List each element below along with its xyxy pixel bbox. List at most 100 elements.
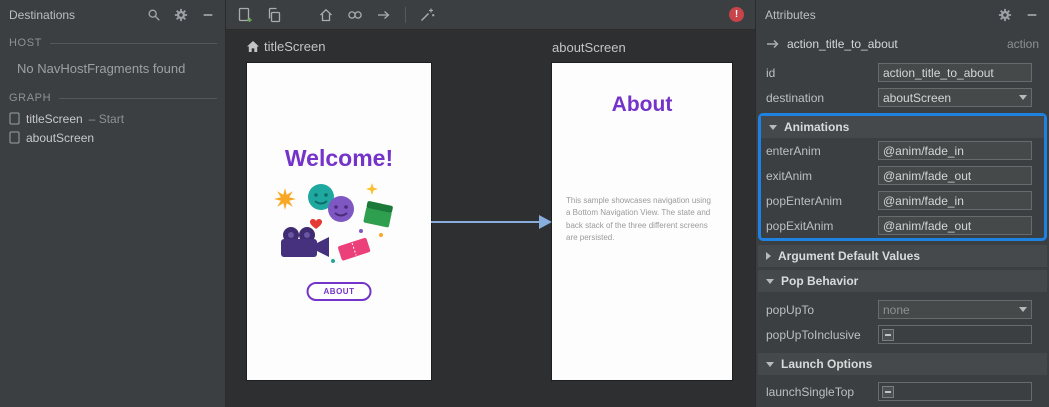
destination-icon bbox=[9, 112, 20, 125]
attributes-panel: Attributes action_title_to_about action … bbox=[755, 0, 1049, 407]
titlescreen-canvas-label[interactable]: titleScreen bbox=[247, 39, 325, 54]
pop-up-to-dropdown[interactable]: none bbox=[878, 300, 1032, 319]
nav-editor-center: ! titleScreen Welcome! ABOUT aboutScreen… bbox=[226, 0, 755, 407]
host-label: HOST bbox=[9, 37, 42, 49]
action-icon[interactable] bbox=[376, 7, 392, 23]
destinations-panel-header: Destinations bbox=[0, 0, 225, 30]
minimize-icon[interactable] bbox=[200, 7, 216, 23]
deeplink-icon[interactable] bbox=[347, 7, 363, 23]
search-icon[interactable] bbox=[146, 7, 162, 23]
titlescreen-preview[interactable]: Welcome! ABOUT bbox=[247, 63, 431, 380]
welcome-heading: Welcome! bbox=[284, 145, 394, 171]
attributes-header-icons bbox=[997, 7, 1040, 23]
pop-enter-anim-value: @anim/fade_in bbox=[883, 193, 964, 208]
exit-anim-label: exitAnim bbox=[766, 168, 813, 183]
collapse-triangle-icon bbox=[769, 124, 777, 130]
exit-anim-field[interactable]: @anim/fade_out bbox=[878, 166, 1032, 185]
destination-dropdown[interactable]: aboutScreen bbox=[878, 88, 1032, 107]
host-rule bbox=[49, 42, 217, 44]
graph-item-label: aboutScreen bbox=[26, 130, 95, 145]
collapse-triangle-icon bbox=[766, 361, 774, 367]
about-button[interactable]: ABOUT bbox=[306, 282, 372, 301]
pop-exit-anim-field[interactable]: @anim/fade_out bbox=[878, 216, 1032, 235]
animations-section-header[interactable]: Animations bbox=[761, 116, 1044, 138]
pop-behavior-header[interactable]: Pop Behavior bbox=[758, 270, 1047, 292]
id-row: id action_title_to_about bbox=[756, 60, 1049, 85]
minimize-icon[interactable] bbox=[1024, 7, 1040, 23]
sidebar-item-titlescreen[interactable]: titleScreen – Start bbox=[0, 109, 225, 128]
nav-editor-toolbar: ! bbox=[226, 0, 755, 30]
host-message: No NavHostFragments found bbox=[17, 61, 186, 76]
start-destination-home-icon bbox=[247, 41, 259, 52]
animations-selection-highlight: Animations enterAnim @anim/fade_in exitA… bbox=[758, 113, 1047, 241]
graph-item-label: titleScreen bbox=[26, 111, 83, 126]
enter-anim-field[interactable]: @anim/fade_in bbox=[878, 141, 1032, 160]
pop-exit-anim-row: popExitAnim @anim/fade_out bbox=[761, 213, 1044, 238]
id-label: id bbox=[766, 65, 776, 80]
screen-label-text: titleScreen bbox=[264, 39, 326, 54]
pop-exit-anim-value: @anim/fade_out bbox=[883, 218, 972, 233]
pop-enter-anim-label: popEnterAnim bbox=[766, 193, 843, 208]
sidebar-item-aboutscreen[interactable]: aboutScreen bbox=[0, 128, 225, 147]
expand-triangle-icon bbox=[766, 252, 771, 260]
exit-anim-value: @anim/fade_out bbox=[883, 168, 972, 183]
screen-label-text: aboutScreen bbox=[552, 40, 626, 55]
about-heading: About bbox=[611, 93, 673, 116]
enter-anim-row: enterAnim @anim/fade_in bbox=[761, 138, 1044, 163]
duplicate-icon[interactable] bbox=[266, 7, 282, 23]
launch-single-top-row: launchSingleTop bbox=[756, 379, 1049, 404]
destination-label: destination bbox=[766, 90, 825, 105]
toolbar-separator bbox=[405, 6, 406, 23]
id-field[interactable]: action_title_to_about bbox=[878, 63, 1032, 82]
launch-single-top-checkbox[interactable] bbox=[878, 382, 1032, 401]
exit-anim-row: exitAnim @anim/fade_out bbox=[761, 163, 1044, 188]
argument-defaults-header[interactable]: Argument Default Values bbox=[758, 245, 1047, 267]
indeterminate-checkbox-icon bbox=[882, 385, 894, 398]
dropdown-arrow-icon bbox=[1015, 301, 1031, 318]
home-icon[interactable] bbox=[318, 7, 334, 23]
graph-item-suffix: – Start bbox=[88, 111, 125, 126]
enter-anim-label: enterAnim bbox=[766, 143, 821, 158]
selected-action-type: action bbox=[1006, 37, 1039, 51]
destination-row: destination aboutScreen bbox=[756, 85, 1049, 110]
error-icon[interactable]: ! bbox=[729, 7, 744, 22]
dropdown-arrow-icon bbox=[1015, 89, 1031, 106]
selected-action-row: action_title_to_about action bbox=[756, 32, 1049, 56]
pop-up-to-inclusive-row: popUpToInclusive bbox=[756, 322, 1049, 347]
gear-icon[interactable] bbox=[997, 7, 1013, 23]
theater-illustration bbox=[274, 183, 393, 263]
destinations-header-icons bbox=[146, 7, 216, 23]
pop-up-to-label: popUpTo bbox=[766, 302, 815, 317]
action-arrow[interactable] bbox=[431, 211, 552, 233]
aboutscreen-preview[interactable]: About This sample showcases navigation u… bbox=[552, 63, 732, 380]
id-value: action_title_to_about bbox=[883, 65, 994, 80]
launch-options-header-text: Launch Options bbox=[781, 357, 873, 371]
destination-icon bbox=[9, 131, 20, 144]
host-section-header: HOST bbox=[0, 32, 225, 54]
graph-rule bbox=[59, 97, 217, 99]
pop-enter-anim-row: popEnterAnim @anim/fade_in bbox=[761, 188, 1044, 213]
collapse-triangle-icon bbox=[766, 278, 774, 284]
pop-behavior-header-text: Pop Behavior bbox=[781, 274, 859, 288]
enter-anim-value: @anim/fade_in bbox=[883, 143, 964, 158]
indeterminate-checkbox-icon bbox=[882, 328, 894, 341]
pop-enter-anim-field[interactable]: @anim/fade_in bbox=[878, 191, 1032, 210]
pop-up-to-row: popUpTo none bbox=[756, 297, 1049, 322]
aboutscreen-canvas-label[interactable]: aboutScreen bbox=[552, 40, 626, 55]
new-destination-icon[interactable] bbox=[237, 7, 253, 23]
attributes-panel-header: Attributes bbox=[756, 0, 1049, 30]
destination-value: aboutScreen bbox=[883, 90, 952, 105]
nav-graph-canvas[interactable]: titleScreen Welcome! ABOUT aboutScreen A… bbox=[226, 30, 755, 407]
launch-options-header[interactable]: Launch Options bbox=[758, 353, 1047, 375]
graph-label: GRAPH bbox=[9, 92, 52, 104]
argument-defaults-header-text: Argument Default Values bbox=[778, 249, 921, 263]
launch-single-top-label: launchSingleTop bbox=[766, 384, 855, 399]
pop-up-to-inclusive-label: popUpToInclusive bbox=[766, 327, 861, 342]
selected-action-name: action_title_to_about bbox=[787, 37, 898, 51]
auto-arrange-icon[interactable] bbox=[419, 7, 435, 23]
gear-icon[interactable] bbox=[173, 7, 189, 23]
about-body-text: This sample showcases navigation using a… bbox=[566, 196, 711, 243]
graph-section-header: GRAPH bbox=[0, 87, 225, 109]
action-icon bbox=[767, 39, 779, 49]
pop-up-to-inclusive-checkbox[interactable] bbox=[878, 325, 1032, 344]
